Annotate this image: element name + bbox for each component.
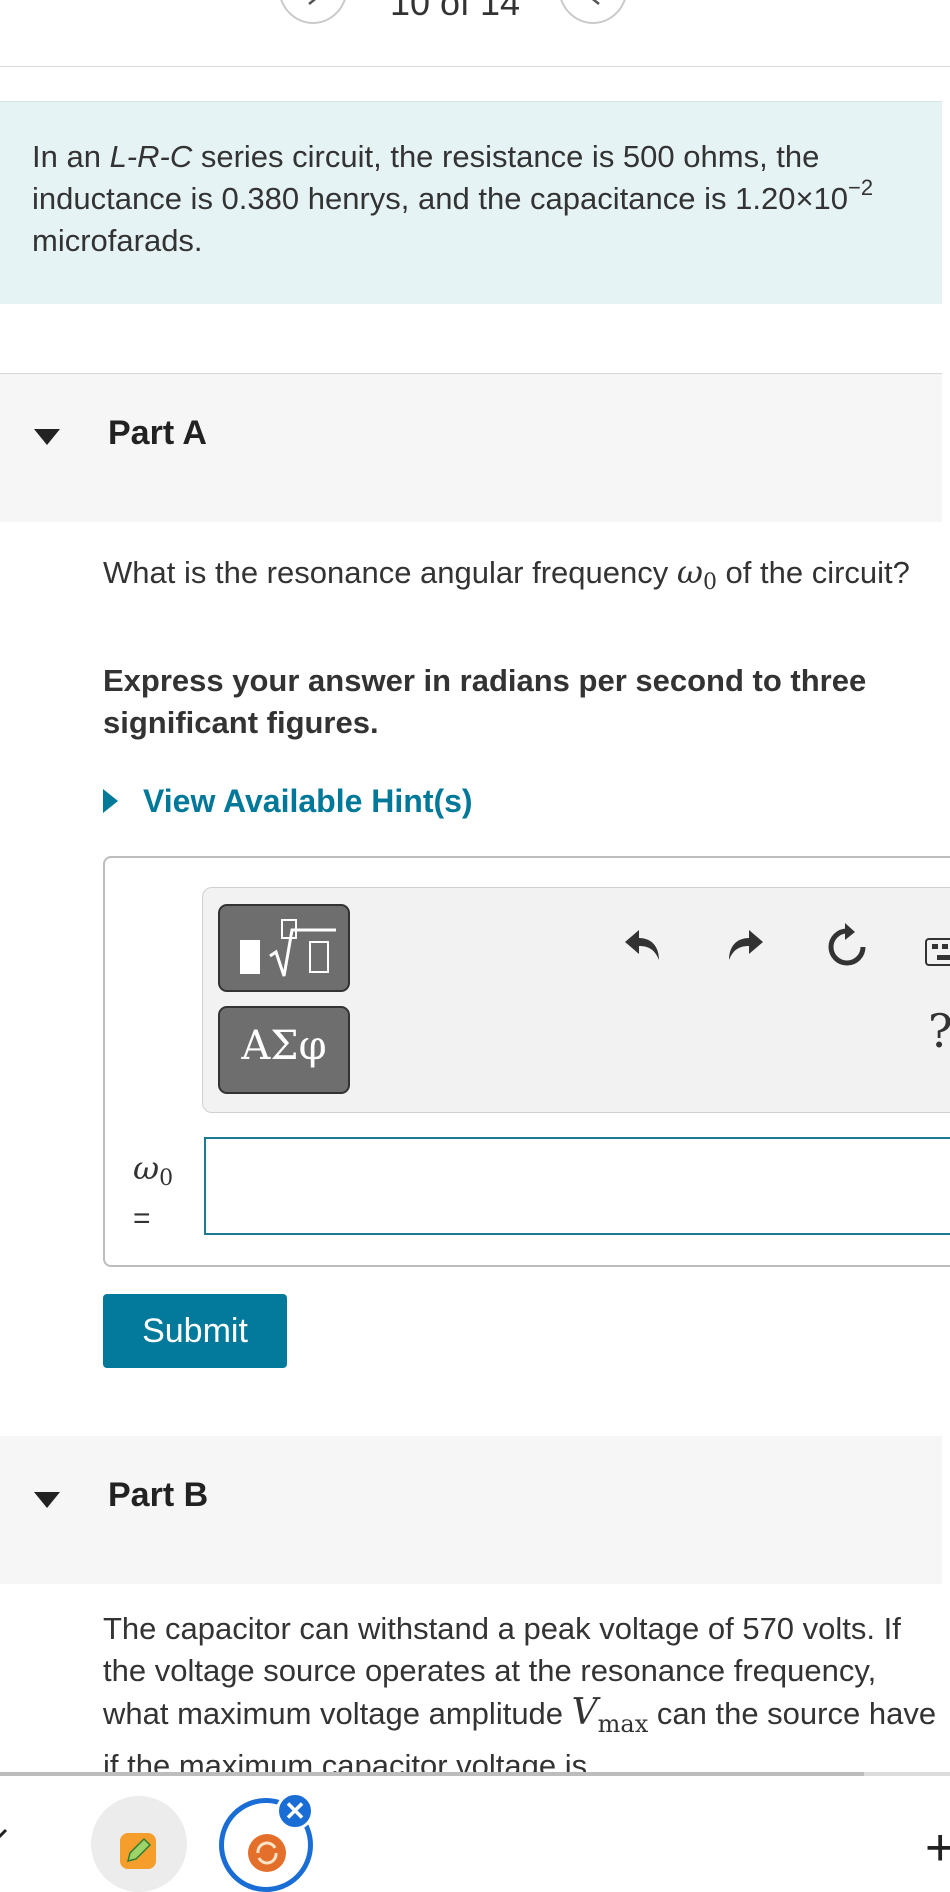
math-toolbar: ΑΣφ ? <box>202 887 950 1113</box>
chevron-right-icon <box>591 0 600 5</box>
hint-label[interactable]: View Available Hint(s) <box>143 783 473 820</box>
omega-subscript: 0 <box>702 570 717 595</box>
variable-subscript: 0 <box>159 1166 174 1191</box>
vmax-symbol: Vmax <box>571 1692 649 1738</box>
greek-symbols-button[interactable]: ΑΣφ <box>218 1006 350 1094</box>
submit-button[interactable]: Submit <box>103 1294 287 1368</box>
collapse-caret-icon[interactable] <box>34 1492 60 1508</box>
problem-navigation: 10 of 14 <box>0 0 950 67</box>
collapse-caret-icon[interactable] <box>34 429 60 445</box>
chevron-left-icon <box>308 0 317 5</box>
equals-sign: = <box>133 1202 151 1235</box>
plus-icon[interactable]: + <box>925 1822 950 1874</box>
templates-button[interactable] <box>218 904 350 992</box>
problem-statement: In an L-R-C series circuit, the resistan… <box>32 136 912 262</box>
bottom-bar: ✕ + <box>0 1772 950 1892</box>
refresh-icon <box>248 1834 286 1872</box>
vmax-letter: V <box>571 1692 598 1733</box>
previous-problem-button[interactable] <box>278 0 348 24</box>
part-a-title: Part A <box>108 414 207 452</box>
part-b-question: The capacitor can withstand a peak volta… <box>103 1608 943 1787</box>
variable-symbol: ω0 <box>133 1148 173 1199</box>
reset-icon[interactable] <box>821 921 873 978</box>
horizontal-scrollbar[interactable] <box>0 1772 864 1776</box>
omega-symbol: ω0 <box>676 553 717 595</box>
fraction-radical-icon <box>240 919 336 977</box>
keyboard-icon[interactable] <box>925 938 950 971</box>
part-b-header[interactable]: Part B <box>0 1436 942 1584</box>
circuit-name: L-R-C <box>109 139 193 174</box>
problem-counter: 10 of 14 <box>389 0 521 23</box>
help-icon[interactable]: ? <box>928 1004 950 1058</box>
question-text-1: What is the resonance angular frequency <box>103 555 677 590</box>
omega-letter: ω <box>676 553 703 591</box>
part-b-title: Part B <box>108 1476 209 1514</box>
part-a-header[interactable]: Part A <box>0 373 942 522</box>
close-bubble-button[interactable]: ✕ <box>276 1792 314 1830</box>
capacitance-exponent: −2 <box>848 175 874 200</box>
answer-variable-label: ω0 = <box>133 1148 173 1239</box>
vmax-subscript: max <box>597 1710 649 1738</box>
caret-right-icon <box>103 789 118 813</box>
answer-input[interactable] <box>204 1137 950 1235</box>
variable-letter: ω <box>133 1149 160 1187</box>
problem-text-1: In an <box>32 139 110 174</box>
view-hints-toggle[interactable]: View Available Hint(s) <box>103 780 473 822</box>
next-problem-button[interactable] <box>558 0 628 24</box>
part-a-question: What is the resonance angular frequency … <box>103 551 923 604</box>
undo-icon[interactable] <box>621 924 665 973</box>
redo-icon[interactable] <box>723 924 767 973</box>
back-chevron-icon[interactable] <box>0 1826 12 1851</box>
greek-label: ΑΣφ <box>241 1023 327 1069</box>
answer-instruction: Express your answer in radians per secon… <box>103 663 867 740</box>
problem-statement-panel: In an L-R-C series circuit, the resistan… <box>0 101 942 304</box>
problem-text-3: microfarads. <box>32 223 203 258</box>
answer-box: ΑΣφ ? ω0= <box>103 856 950 1267</box>
pencil-icon <box>120 1833 156 1869</box>
question-text-2: of the circuit? <box>716 555 910 590</box>
annotate-button[interactable] <box>91 1796 187 1892</box>
